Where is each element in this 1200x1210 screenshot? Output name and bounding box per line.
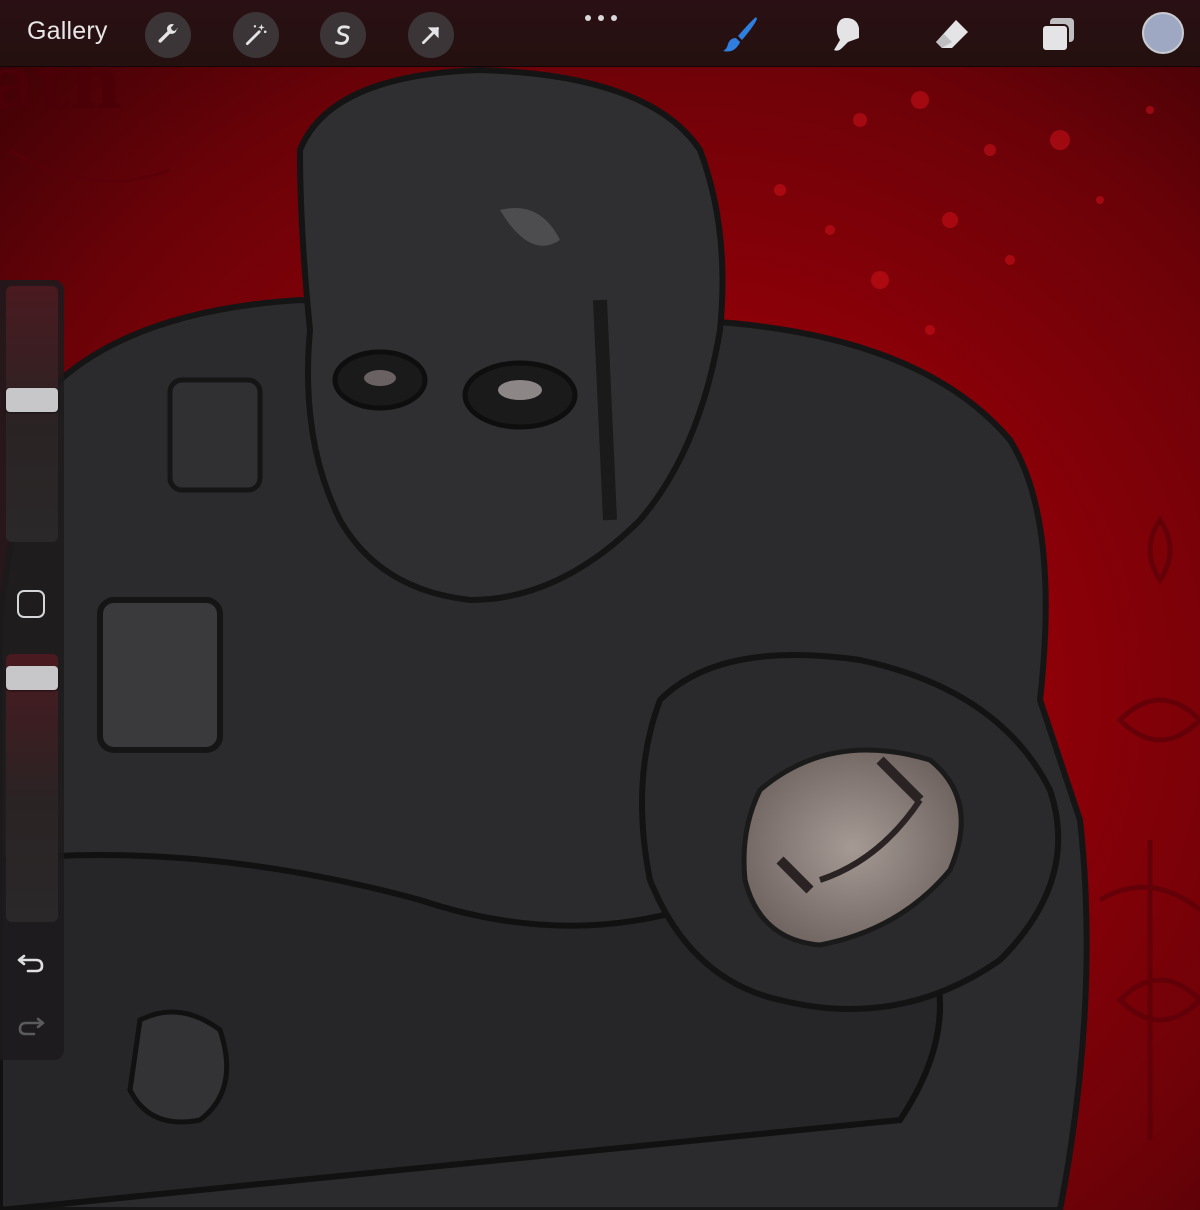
brush-size-value: 0.56	[6, 286, 7, 287]
smudge-tool-button[interactable]	[824, 12, 868, 56]
opacity-slider[interactable]: 0.95	[6, 654, 58, 922]
gallery-button[interactable]: Gallery	[27, 17, 108, 46]
layers-button[interactable]	[1036, 12, 1080, 56]
opacity-thumb[interactable]	[6, 666, 58, 690]
transform-button[interactable]	[408, 12, 454, 58]
artwork: ath	[0, 66, 1200, 1210]
paintbrush-icon	[723, 17, 757, 52]
adjustments-button[interactable]	[233, 12, 279, 58]
color-picker-button[interactable]	[1142, 12, 1184, 54]
more-dots-icon[interactable]	[582, 6, 620, 26]
brush-size-slider[interactable]: 0.56	[6, 286, 58, 542]
brush-tool-button[interactable]	[718, 12, 762, 56]
eraser-icon	[936, 20, 968, 48]
selection-button[interactable]	[320, 12, 366, 58]
undo-arrow-icon[interactable]	[16, 947, 46, 977]
magic-wand-icon	[245, 24, 267, 46]
soldier-figure	[0, 66, 1090, 1210]
layers-icon	[1041, 18, 1074, 52]
eraser-tool-button[interactable]	[930, 12, 974, 56]
square-modify-icon[interactable]	[17, 590, 45, 618]
brush-size-thumb[interactable]	[6, 388, 58, 412]
smudge-finger-icon	[834, 18, 859, 51]
selection-s-icon	[335, 25, 350, 45]
drawing-canvas[interactable]: ath	[0, 66, 1200, 1210]
opacity-value: 0.95	[6, 654, 7, 655]
artwork-title-text: ath	[0, 66, 122, 125]
actions-button[interactable]	[145, 12, 191, 58]
wrench-icon	[158, 24, 178, 43]
left-sidebar: 0.56 0.95	[0, 280, 64, 1060]
paint-splatter	[774, 91, 1154, 335]
ornament	[1098, 515, 1200, 1140]
top-toolbar: Gallery	[0, 0, 1200, 67]
transform-arrow-icon	[422, 27, 439, 44]
redo-arrow-icon[interactable]	[16, 1010, 46, 1040]
